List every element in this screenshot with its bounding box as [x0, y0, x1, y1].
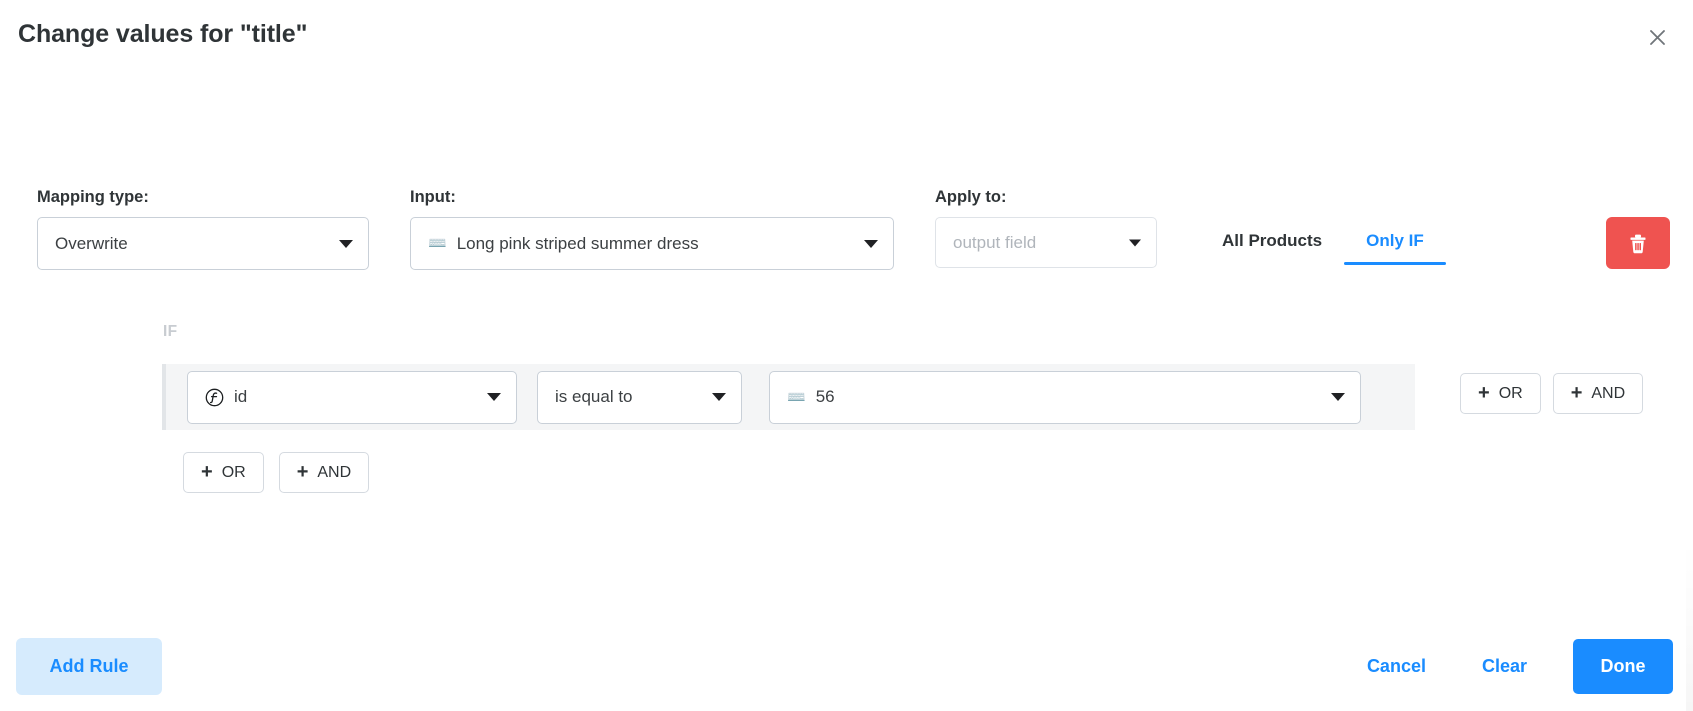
- add-and-group-label: AND: [317, 464, 351, 482]
- apply-to-label: Apply to:: [935, 188, 1157, 207]
- input-select[interactable]: ⌨️ Long pink striped summer dress: [410, 217, 894, 270]
- chevron-down-icon: [1331, 393, 1345, 401]
- footer-actions: Cancel Clear Done: [1339, 638, 1673, 695]
- plus-icon: +: [1571, 383, 1583, 403]
- plus-icon: +: [201, 462, 213, 482]
- mapping-type-group: Mapping type: Overwrite: [37, 188, 369, 270]
- condition-key-field: id: [187, 371, 517, 424]
- add-or-group-button[interactable]: + OR: [183, 452, 264, 493]
- page-title: Change values for "title": [18, 20, 307, 49]
- tab-all-products[interactable]: All Products: [1200, 223, 1344, 265]
- condition-value-text: 56: [816, 387, 835, 407]
- apply-to-group: Apply to: output field: [935, 188, 1157, 268]
- mapping-type-select[interactable]: Overwrite: [37, 217, 369, 270]
- add-and-condition-label: AND: [1591, 385, 1625, 403]
- keyboard-icon: ⌨️: [787, 390, 806, 405]
- add-or-condition-button[interactable]: + OR: [1460, 373, 1541, 414]
- condition-value-field: ⌨️ 56: [769, 371, 1361, 424]
- change-values-dialog: Change values for "title" Mapping type: …: [0, 0, 1693, 711]
- condition-operator-field: is equal to: [537, 371, 742, 424]
- scope-tabs: All Products Only IF: [1200, 223, 1446, 281]
- tab-only-if[interactable]: Only IF: [1344, 223, 1446, 265]
- input-label: Input:: [410, 188, 894, 207]
- plus-icon: +: [1478, 383, 1490, 403]
- condition-operator-select[interactable]: is equal to: [537, 371, 742, 424]
- keyboard-icon: ⌨️: [428, 236, 447, 251]
- input-value: Long pink striped summer dress: [457, 234, 699, 254]
- apply-to-select[interactable]: output field: [935, 217, 1157, 268]
- condition-operator-value: is equal to: [555, 387, 633, 407]
- add-and-condition-button[interactable]: + AND: [1553, 373, 1643, 414]
- chevron-down-icon: [339, 240, 353, 248]
- clear-button[interactable]: Clear: [1454, 656, 1555, 677]
- condition-group-actions: + OR + AND: [183, 452, 369, 493]
- condition-row-actions: + OR + AND: [1460, 373, 1643, 414]
- mapping-type-label: Mapping type:: [37, 188, 369, 207]
- condition-key-select[interactable]: id: [187, 371, 517, 424]
- condition-row: id is equal to ⌨️ 56: [162, 364, 1415, 430]
- cancel-button[interactable]: Cancel: [1339, 656, 1454, 677]
- done-button[interactable]: Done: [1573, 639, 1673, 694]
- if-label: IF: [163, 323, 177, 341]
- plus-icon: +: [297, 462, 309, 482]
- controls-row: Mapping type: Overwrite Input: ⌨️ Long p…: [0, 188, 1693, 288]
- dialog-footer: Add Rule Cancel Clear Done: [0, 630, 1693, 711]
- condition-key-value: id: [234, 387, 247, 407]
- close-icon[interactable]: [1643, 23, 1671, 51]
- add-and-group-button[interactable]: + AND: [279, 452, 369, 493]
- add-or-condition-label: OR: [1499, 385, 1523, 403]
- chevron-down-icon: [864, 240, 878, 248]
- add-or-group-label: OR: [222, 464, 246, 482]
- dialog-header: Change values for "title": [0, 0, 1693, 76]
- add-rule-button[interactable]: Add Rule: [16, 638, 162, 695]
- chevron-down-icon: [487, 393, 501, 401]
- condition-value-select[interactable]: ⌨️ 56: [769, 371, 1361, 424]
- function-icon: [205, 388, 224, 407]
- mapping-type-value: Overwrite: [55, 234, 128, 254]
- delete-rule-button[interactable]: [1606, 217, 1670, 269]
- chevron-down-icon: [712, 393, 726, 401]
- input-group: Input: ⌨️ Long pink striped summer dress: [410, 188, 894, 270]
- apply-to-placeholder: output field: [953, 233, 1036, 253]
- chevron-down-icon: [1129, 239, 1141, 246]
